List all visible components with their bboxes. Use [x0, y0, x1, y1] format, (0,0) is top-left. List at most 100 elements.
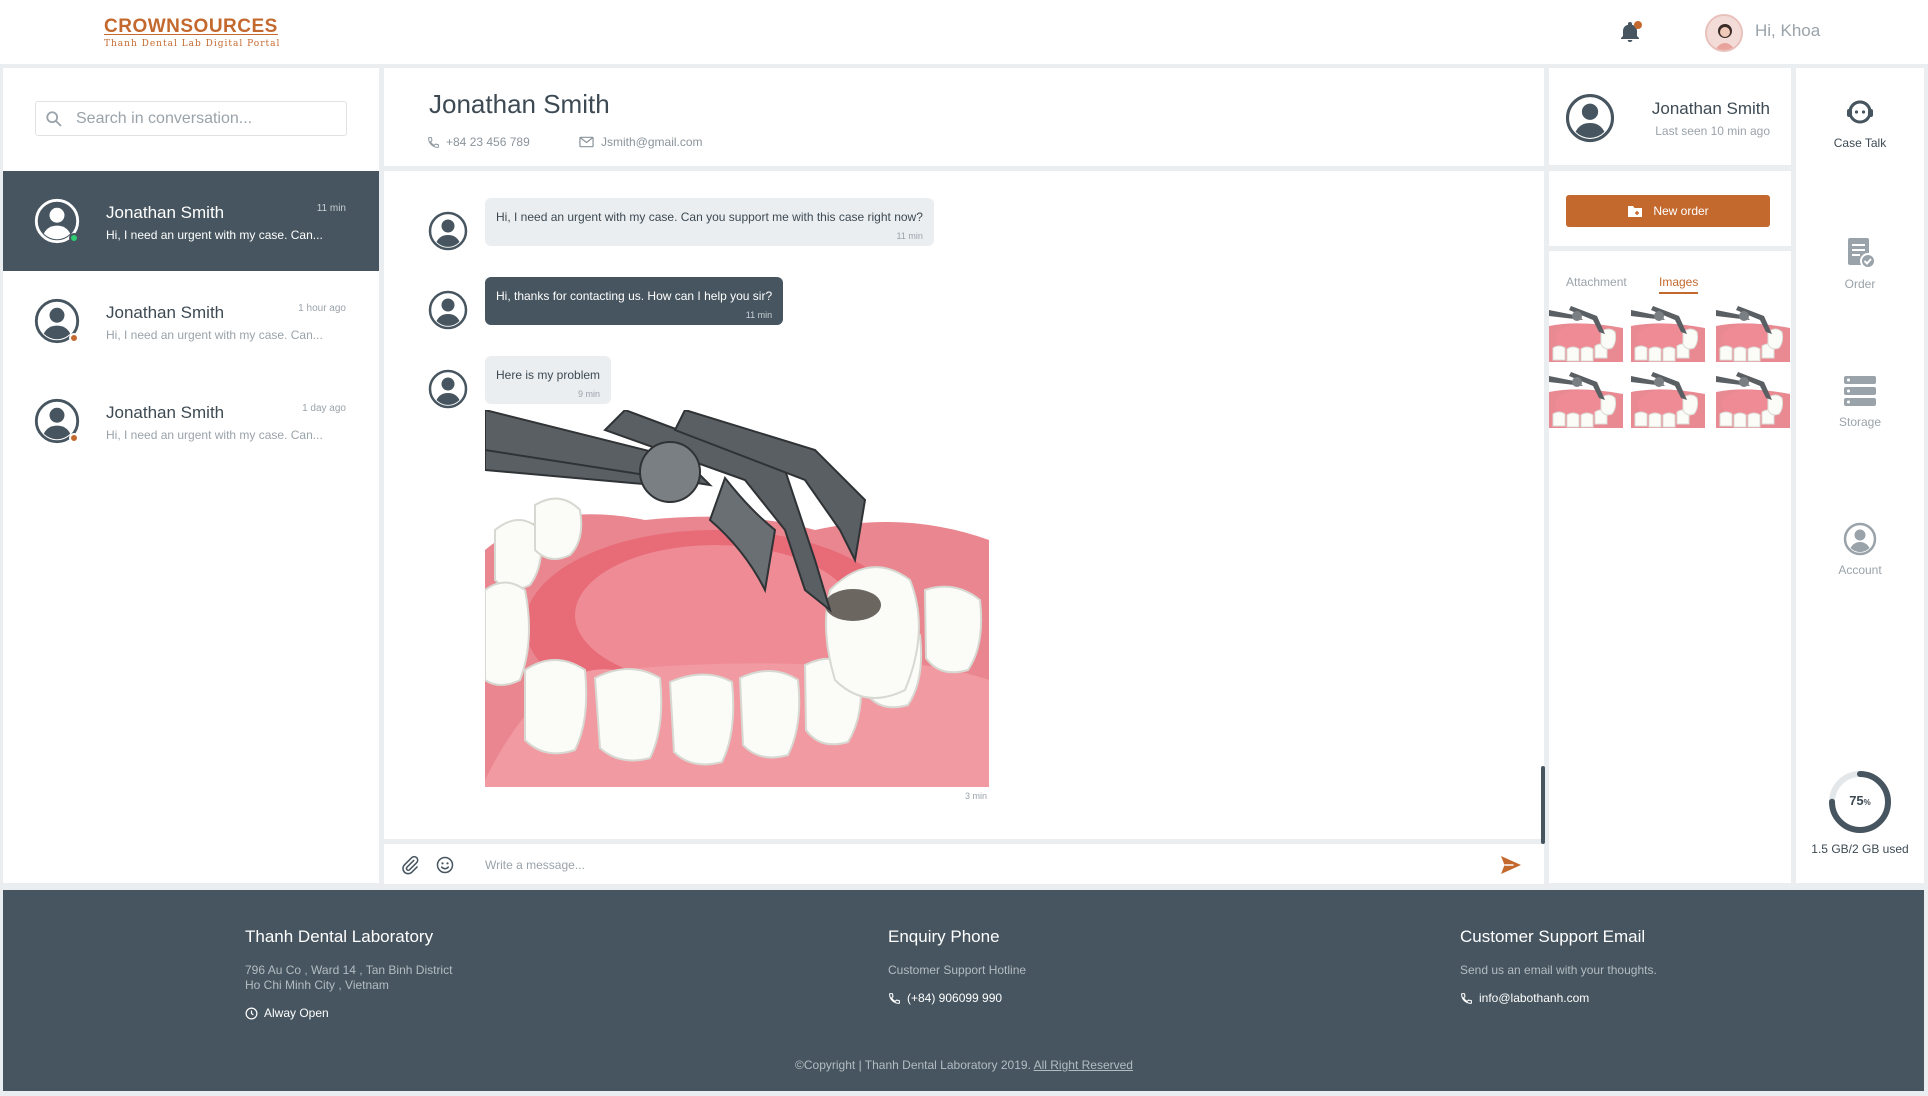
phone-text: +84 23 456 789: [446, 135, 530, 149]
chat-scrollbar[interactable]: [1541, 766, 1545, 844]
conversation-snippet: Hi, I need an urgent with my case. Can..…: [106, 428, 323, 442]
image-thumbnail[interactable]: [1631, 372, 1705, 428]
email-text: Jsmith@gmail.com: [601, 135, 703, 149]
account-circle-icon: [1843, 522, 1877, 556]
copyright: ©Copyright | Thanh Dental Laboratory 201…: [0, 1058, 1928, 1072]
footer-hours-text: Alway Open: [264, 1006, 329, 1020]
message-time: 11 min: [896, 231, 923, 241]
conversation-name: Jonathan Smith: [106, 203, 225, 222]
conversation-time: 1 day ago: [302, 403, 346, 414]
chat-contact-name: Jonathan Smith: [429, 89, 610, 119]
nav-label: Order: [1844, 277, 1876, 291]
message-bubble: Hi, I need an urgent with my case. Can y…: [485, 198, 934, 246]
conversation-name: Jonathan Smith: [106, 303, 225, 322]
nav-account[interactable]: Account: [1796, 521, 1924, 577]
footer-lab-title: Thanh Dental Laboratory: [245, 927, 434, 946]
user-greeting[interactable]: Hi, Khoa: [1755, 21, 1820, 41]
phone-icon: [889, 992, 900, 1004]
copyright-text: ©Copyright | Thanh Dental Laboratory 201…: [795, 1058, 1031, 1072]
footer-address-line1: 796 Au Co , Ward 14 , Tan Binh District: [245, 963, 453, 977]
storage-percent-value: 75: [1849, 793, 1864, 808]
conversation-search[interactable]: [35, 101, 347, 136]
tab-attachment[interactable]: Attachment: [1566, 275, 1627, 292]
contact-name: Jonathan Smith: [1651, 99, 1770, 118]
search-icon: [46, 111, 62, 127]
message-avatar-icon: [428, 211, 468, 251]
nav-label: Account: [1838, 563, 1882, 577]
phone-icon: [428, 136, 439, 148]
footer-address-line2: Ho Chi Minh City , Vietnam: [245, 978, 389, 992]
message-time: 11 min: [745, 310, 773, 320]
new-folder-icon: [1628, 206, 1643, 217]
send-icon[interactable]: [1500, 855, 1522, 875]
contact-avatar-icon: [1565, 93, 1615, 143]
nav-order[interactable]: Order: [1796, 235, 1924, 291]
image-thumbnail[interactable]: [1631, 306, 1705, 362]
image-thumbnail[interactable]: [1716, 306, 1790, 362]
footer-hours: Alway Open: [245, 1006, 329, 1020]
footer-phone-number: (+84) 906099 990: [907, 991, 1003, 1005]
image-message-time: 3 min: [964, 791, 987, 801]
message-input[interactable]: [485, 852, 1465, 878]
conversation-item[interactable]: Jonathan Smith 1 day ago Hi, I need an urg…: [3, 371, 379, 471]
footer-email-title: Customer Support Email: [1460, 927, 1646, 946]
presence-status-dot: [69, 333, 79, 343]
image-thumbnail[interactable]: [1549, 306, 1623, 362]
copyright-link[interactable]: All Right Reserved: [1034, 1058, 1133, 1072]
footer-email-subtitle: Send us an email with your thoughts.: [1460, 963, 1657, 977]
app-nav: [1796, 68, 1924, 883]
nav-label: Case Talk: [1833, 136, 1887, 150]
brand-logo[interactable]: CROWNSOURCES Thanh Dental Lab Digital Po…: [104, 16, 280, 49]
conversation-name: Jonathan Smith: [106, 403, 225, 422]
message-bubble: Hi, thanks for contacting us. How can I …: [485, 277, 784, 325]
mail-icon: [579, 136, 594, 148]
storage-percent-unit: %: [1863, 798, 1871, 807]
chat-contact-email[interactable]: Jsmith@gmail.com: [579, 135, 703, 149]
new-order-label: New order: [1653, 204, 1709, 218]
clock-icon: [245, 1007, 258, 1019]
image-thumbnail[interactable]: [1716, 372, 1790, 428]
message-avatar-icon: [428, 369, 468, 409]
message-text: Here is my problem: [496, 368, 601, 382]
conversation-time: 11 min: [316, 203, 346, 214]
nav-label: Storage: [1838, 415, 1882, 429]
footer-phone-title: Enquiry Phone: [888, 927, 1000, 946]
presence-status-dot: [69, 233, 79, 243]
notification-bell-icon[interactable]: [1618, 20, 1642, 44]
footer-email-address: info@labothanh.com: [1479, 991, 1590, 1005]
paperclip-icon[interactable]: [400, 855, 420, 875]
tab-images[interactable]: Images: [1659, 275, 1699, 294]
nav-case-talk[interactable]: Case Talk: [1796, 94, 1924, 150]
contact-last-seen: Last seen 10 min ago: [1655, 124, 1770, 138]
brand-name: CROWNSOURCES: [104, 16, 278, 37]
footer-phone-subtitle: Customer Support Hotline: [888, 963, 1027, 977]
conversation-item[interactable]: Jonathan Smith 11 min Hi, I need an urgent…: [3, 171, 379, 271]
chat-contact-phone[interactable]: +84 23 456 789: [427, 135, 530, 149]
storage-stack-icon: [1844, 376, 1876, 406]
conversation-time: 1 hour ago: [298, 303, 346, 314]
message-text: Hi, I need an urgent with my case. Can y…: [496, 210, 923, 224]
support-agent-icon: [1847, 100, 1873, 124]
search-input[interactable]: [76, 108, 336, 130]
message-image-tooth-extraction[interactable]: [485, 410, 989, 787]
footer-phone-link[interactable]: (+84) 906099 990: [888, 991, 1002, 1005]
image-thumbnail[interactable]: [1549, 372, 1623, 428]
order-form-icon: [1848, 238, 1876, 269]
message-text: Hi, thanks for contacting us. How can I …: [496, 289, 773, 303]
presence-status-dot: [69, 433, 79, 443]
message-bubble: Here is my problem 9 min: [485, 356, 612, 404]
conversation-item[interactable]: Jonathan Smith 1 hour ago Hi, I need an ur…: [3, 271, 379, 371]
brand-tagline: Thanh Dental Lab Digital Portal: [104, 39, 281, 49]
conversation-snippet: Hi, I need an urgent with my case. Can..…: [106, 328, 323, 342]
conversation-snippet: Hi, I need an urgent with my case. Can..…: [106, 228, 323, 242]
message-avatar-icon: [428, 290, 468, 330]
storage-usage-label: 1.5 GB/2 GB used: [1811, 842, 1909, 856]
footer-email-link[interactable]: info@labothanh.com: [1460, 991, 1589, 1005]
nav-storage[interactable]: Storage: [1796, 373, 1924, 429]
storage-percent: 75%: [1827, 793, 1893, 808]
user-avatar[interactable]: [1705, 14, 1743, 52]
emoji-icon[interactable]: [435, 855, 455, 875]
new-order-button[interactable]: New order: [1566, 195, 1770, 227]
phone-icon: [1461, 992, 1472, 1004]
message-time: 9 min: [578, 389, 601, 399]
